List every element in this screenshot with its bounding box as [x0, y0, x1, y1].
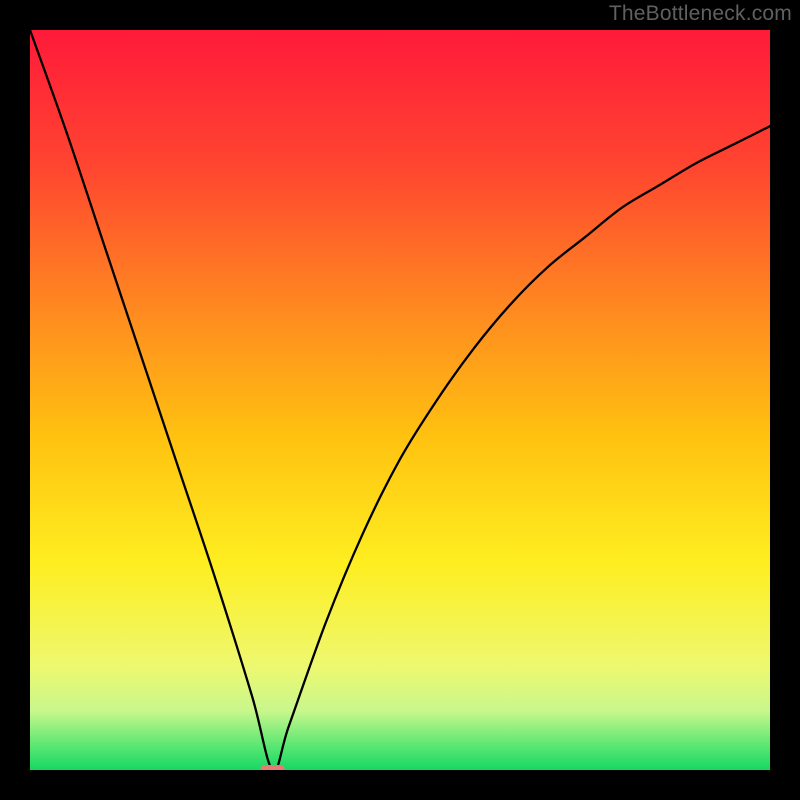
watermark-label: TheBottleneck.com: [609, 2, 792, 26]
chart-frame: TheBottleneck.com: [0, 0, 800, 800]
minimum-marker: [261, 765, 285, 770]
gradient-background: [30, 30, 770, 770]
chart-svg: [30, 30, 770, 770]
plot-area: [30, 30, 770, 770]
